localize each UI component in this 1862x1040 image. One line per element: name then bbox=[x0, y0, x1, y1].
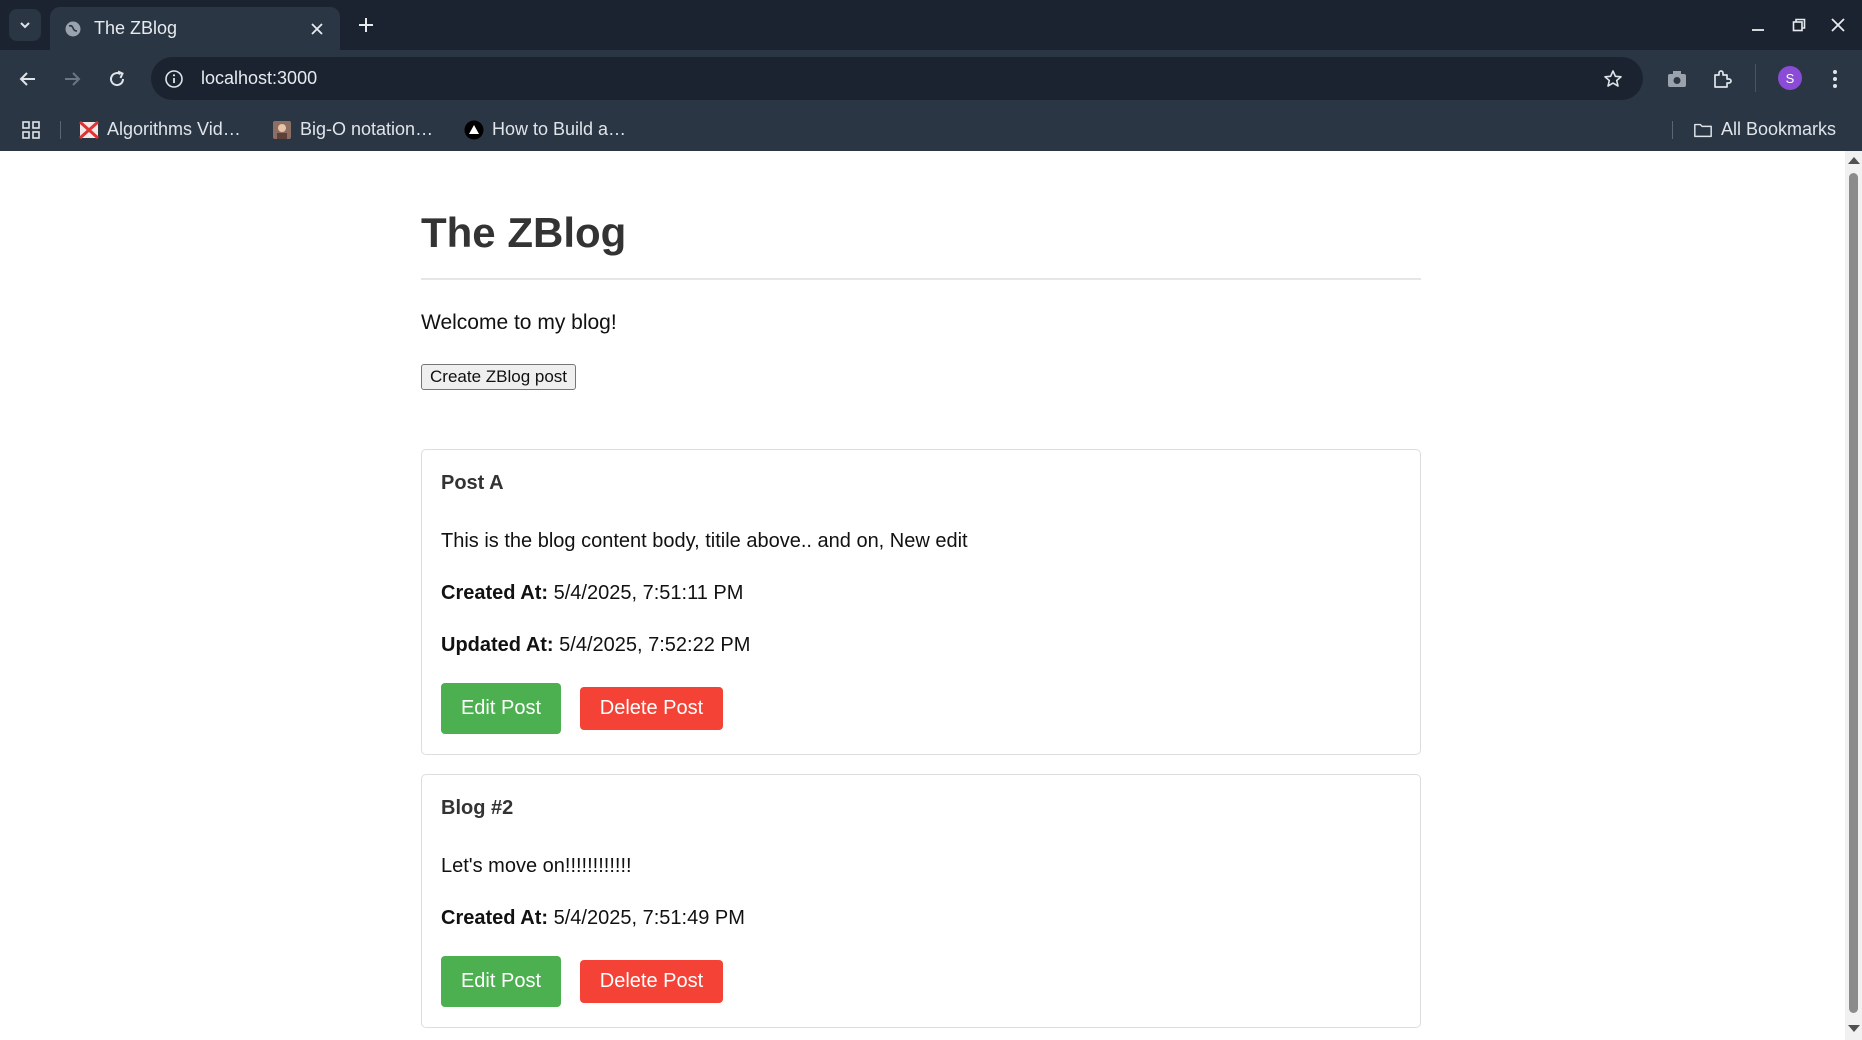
tab-title: The ZBlog bbox=[94, 18, 178, 38]
site-info-icon[interactable] bbox=[163, 68, 185, 90]
page-title: The ZBlog bbox=[421, 209, 627, 256]
updated-at: Updated At: 5/4/2025, 7:52:22 PM bbox=[441, 634, 750, 657]
apps-grid-icon[interactable] bbox=[21, 108, 41, 151]
title-divider bbox=[421, 278, 1421, 280]
created-at-value: 5/4/2025, 7:51:11 PM bbox=[553, 582, 744, 604]
menu-kebab-icon[interactable] bbox=[1822, 66, 1848, 92]
browser-toolbar: localhost:3000 bbox=[0, 50, 1862, 108]
close-window-icon[interactable] bbox=[1826, 13, 1850, 37]
bookmark-star-icon[interactable] bbox=[1601, 67, 1625, 91]
post-card: Blog #2 Let's move on!!!!!!!!!!!! Create… bbox=[421, 774, 1421, 1028]
minimize-icon[interactable] bbox=[1746, 13, 1770, 37]
forward-icon[interactable] bbox=[58, 65, 86, 93]
post-card: Post A This is the blog content body, ti… bbox=[421, 449, 1421, 755]
bookmark-item-0[interactable]: Algorithms Vid… bbox=[79, 108, 241, 151]
created-at-value: 5/4/2025, 7:51:49 PM bbox=[553, 907, 745, 929]
bookmark-item-1[interactable]: Big-O notation… bbox=[272, 108, 433, 151]
all-bookmarks-button[interactable]: All Bookmarks bbox=[1693, 108, 1836, 151]
crossed-flag-icon bbox=[79, 120, 99, 140]
bookmarks-divider bbox=[60, 121, 61, 139]
created-at-label: Created At: bbox=[441, 582, 549, 604]
active-tab[interactable]: The ZBlog bbox=[50, 7, 340, 50]
close-tab-icon[interactable] bbox=[306, 18, 328, 40]
bookmarks-divider bbox=[1672, 121, 1673, 139]
scroll-down-arrow-icon[interactable] bbox=[1848, 1025, 1860, 1032]
chevron-down-icon bbox=[20, 22, 30, 29]
portrait-icon bbox=[272, 120, 292, 140]
globe-icon bbox=[64, 20, 82, 38]
tab-search-button[interactable] bbox=[9, 9, 41, 41]
bookmark-label: Algorithms Vid… bbox=[107, 119, 241, 139]
back-icon[interactable] bbox=[14, 65, 42, 93]
updated-at-value: 5/4/2025, 7:52:22 PM bbox=[559, 634, 751, 656]
created-at: Created At: 5/4/2025, 7:51:49 PM bbox=[441, 907, 745, 930]
triangle-logo-icon bbox=[464, 120, 484, 140]
tab-strip: The ZBlog bbox=[0, 0, 1862, 50]
post-title: Blog #2 bbox=[441, 797, 514, 819]
scrollbar-thumb[interactable] bbox=[1849, 173, 1858, 1013]
bookmarks-bar: Algorithms Vid… Big-O notation… How to B… bbox=[0, 108, 1862, 151]
edit-post-button[interactable]: Edit Post bbox=[441, 683, 561, 734]
reload-icon[interactable] bbox=[103, 65, 131, 93]
extensions-icon[interactable] bbox=[1709, 66, 1735, 92]
edit-post-button[interactable]: Edit Post bbox=[441, 956, 561, 1007]
all-bookmarks-label: All Bookmarks bbox=[1721, 119, 1837, 139]
page-scrollbar[interactable] bbox=[1845, 151, 1862, 1040]
updated-at-label: Updated At: bbox=[441, 634, 554, 656]
new-tab-icon[interactable] bbox=[354, 13, 378, 37]
created-at-label: Created At: bbox=[441, 907, 549, 929]
welcome-text: Welcome to my blog! bbox=[421, 311, 617, 334]
page-viewport: The ZBlog Welcome to my blog! Create ZBl… bbox=[0, 151, 1845, 1040]
created-at: Created At: 5/4/2025, 7:51:11 PM bbox=[441, 582, 743, 605]
post-title: Post A bbox=[441, 472, 504, 494]
create-post-button[interactable]: Create ZBlog post bbox=[421, 364, 577, 390]
delete-post-button[interactable]: Delete Post bbox=[580, 687, 723, 730]
post-body: This is the blog content body, titile ab… bbox=[441, 530, 968, 552]
post-body: Let's move on!!!!!!!!!!!! bbox=[441, 855, 632, 877]
delete-post-button[interactable]: Delete Post bbox=[580, 960, 723, 1003]
restore-icon[interactable] bbox=[1787, 13, 1811, 37]
bookmark-label: How to Build a… bbox=[492, 119, 627, 139]
camera-icon[interactable] bbox=[1664, 66, 1690, 92]
url-text: localhost:3000 bbox=[201, 68, 318, 88]
scroll-up-arrow-icon[interactable] bbox=[1848, 157, 1860, 164]
toolbar-divider bbox=[1755, 64, 1756, 92]
address-bar[interactable]: localhost:3000 bbox=[151, 57, 1643, 100]
bookmark-label: Big-O notation… bbox=[300, 119, 434, 139]
profile-avatar[interactable]: S bbox=[1778, 66, 1802, 90]
folder-icon bbox=[1693, 120, 1713, 140]
bookmark-item-2[interactable]: How to Build a… bbox=[464, 108, 626, 151]
